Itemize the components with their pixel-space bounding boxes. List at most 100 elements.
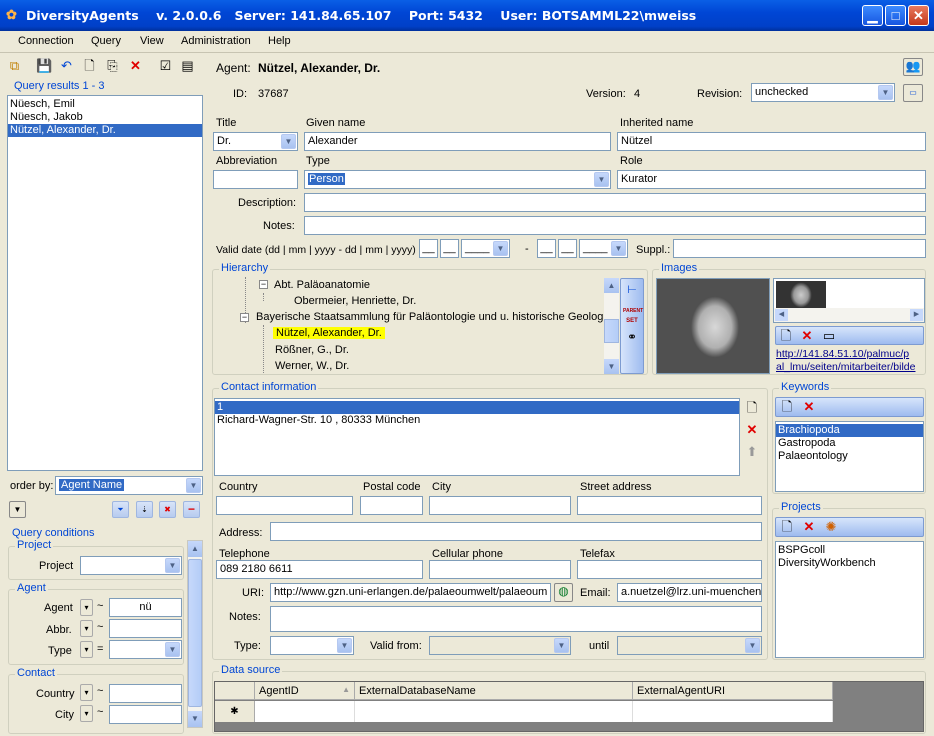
table-row[interactable]: ✱ <box>215 701 833 722</box>
revision-details-icon[interactable]: ▭ <box>903 84 923 102</box>
list-item[interactable]: BSPGcoll <box>776 544 923 557</box>
project-select[interactable]: ▼ <box>80 556 182 575</box>
valid-from-select[interactable]: ▼ <box>429 636 571 655</box>
suppl-input[interactable] <box>673 239 926 258</box>
valid-to-day[interactable]: __ <box>537 239 556 258</box>
role-input[interactable]: Kurator <box>617 170 926 189</box>
abbr-op-dropdown[interactable]: ▾ <box>80 620 93 637</box>
menu-connection[interactable]: Connection <box>18 35 74 47</box>
type-select[interactable]: ▼ <box>109 640 182 659</box>
street-input[interactable] <box>577 496 762 515</box>
chevron-down-icon[interactable]: ▼ <box>878 85 893 100</box>
cellular-input[interactable] <box>429 560 571 579</box>
scroll-thumb[interactable] <box>604 319 619 343</box>
list-item[interactable]: Nüesch, Jakob <box>8 111 202 124</box>
list-item[interactable]: Nüesch, Emil <box>8 98 202 111</box>
image-window-icon[interactable]: ▭ <box>821 328 837 344</box>
set-icon[interactable]: SET <box>624 313 640 329</box>
minimize-button[interactable]: ▁ <box>862 5 883 26</box>
chevron-down-icon[interactable]: ▼ <box>165 642 180 657</box>
menu-view[interactable]: View <box>140 35 164 47</box>
image-url-link[interactable]: http://141.84.51.10/palmuc/p al_lmu/seit… <box>776 348 926 374</box>
column-header-externaldatabasename[interactable]: ExternalDatabaseName <box>355 682 633 700</box>
scroll-down-icon[interactable]: ▼ <box>188 711 202 727</box>
revision-select[interactable]: unchecked ▼ <box>751 83 895 102</box>
tree-node[interactable]: Werner, W., Dr. <box>275 360 349 372</box>
close-button[interactable]: ✕ <box>908 5 929 26</box>
remove-icon[interactable]: − <box>183 501 200 518</box>
menu-administration[interactable]: Administration <box>181 35 251 47</box>
query-results-list[interactable]: Nüesch, Emil Nüesch, Jakob Nützel, Alexa… <box>7 95 203 471</box>
globe-icon[interactable]: ◍ <box>554 583 573 602</box>
toggle-conditions-icon[interactable]: ▼ <box>9 501 26 518</box>
agent-type-select[interactable]: Person ▼ <box>304 170 611 189</box>
country-op-dropdown[interactable]: ▾ <box>80 684 93 701</box>
contact-country-input[interactable] <box>216 496 353 515</box>
move-up-icon[interactable]: ⬆ <box>744 444 760 460</box>
valid-to-month[interactable]: __ <box>558 239 577 258</box>
scroll-up-icon[interactable]: ▲ <box>188 541 202 557</box>
tree-node-selected[interactable]: Nützel, Alexander, Dr. <box>273 327 385 339</box>
scroll-up-icon[interactable]: ▲ <box>604 278 619 293</box>
scroll-right-icon[interactable]: ▶ <box>910 309 923 321</box>
grid-cell[interactable] <box>355 701 633 722</box>
abbreviation-input[interactable] <box>213 170 298 189</box>
copy-icon[interactable]: ⎘ <box>104 58 121 75</box>
chevron-down-icon[interactable]: ▼ <box>594 172 609 187</box>
project-settings-icon[interactable]: ✺ <box>823 519 839 535</box>
city-op-dropdown[interactable]: ▾ <box>80 705 93 722</box>
image-thumbnails[interactable]: ◀ ▶ <box>773 278 925 323</box>
abbr-input[interactable] <box>109 619 182 638</box>
chevron-down-icon[interactable]: ▼ <box>745 638 760 653</box>
delete-image-icon[interactable]: ✕ <box>799 328 815 344</box>
uri-input[interactable]: http://www.gzn.uni-erlangen.de/palaeoumw… <box>270 583 551 602</box>
contact-entries-list[interactable]: 1 Richard-Wagner-Str. 10 , 80333 München <box>214 398 740 476</box>
binoculars-icon[interactable]: ⚭ <box>624 329 640 345</box>
maximize-button[interactable]: □ <box>885 5 906 26</box>
clear-filter-icon[interactable]: ✖ <box>159 501 176 518</box>
delete-project-icon[interactable]: ✕ <box>801 519 817 535</box>
new-image-icon[interactable]: 🗋 <box>778 328 794 344</box>
tree-node[interactable]: Bayerische Staatsammlung für Paläontolog… <box>256 311 603 323</box>
new-contact-icon[interactable]: 🗋 <box>744 400 760 416</box>
chevron-down-icon[interactable]: ▼ <box>281 134 296 149</box>
chevron-down-icon[interactable]: ▼ <box>611 241 626 256</box>
chevron-down-icon[interactable]: ▼ <box>186 478 201 493</box>
telefax-input[interactable] <box>577 560 762 579</box>
agent-input[interactable]: nü <box>109 598 182 617</box>
column-header-externalagenturi[interactable]: ExternalAgentURI <box>633 682 833 700</box>
country-input[interactable] <box>109 684 182 703</box>
collapse-icon[interactable]: − <box>259 280 268 289</box>
list-item[interactable]: Gastropoda <box>776 437 923 450</box>
valid-from-month[interactable]: __ <box>440 239 459 258</box>
chevron-down-icon[interactable]: ▼ <box>493 241 508 256</box>
agents-icon[interactable]: 👥 <box>903 58 923 76</box>
tree-node[interactable]: Abt. Paläoanatomie <box>274 279 370 291</box>
filter-list-icon[interactable]: ⇣ <box>136 501 153 518</box>
menu-query[interactable]: Query <box>91 35 121 47</box>
contact-city-input[interactable] <box>429 496 571 515</box>
keywords-list[interactable]: Brachiopoda Gastropoda Palaeontology <box>775 421 924 492</box>
filter-icon[interactable]: ⏷ <box>112 501 129 518</box>
notes-input[interactable] <box>304 216 926 235</box>
address-input[interactable] <box>270 522 762 541</box>
menu-help[interactable]: Help <box>268 35 291 47</box>
tree-node[interactable]: Obermeier, Henriette, Dr. <box>294 295 416 307</box>
column-header-agentid[interactable]: AgentID ▲ <box>255 682 355 700</box>
list-item[interactable]: DiversityWorkbench <box>776 557 923 570</box>
description-input[interactable] <box>304 193 926 212</box>
new-keyword-icon[interactable]: 🗋 <box>779 399 795 415</box>
delete-contact-icon[interactable]: ✕ <box>744 422 760 438</box>
list-item[interactable]: Palaeontology <box>776 450 923 463</box>
contact-type-select[interactable]: ▼ <box>270 636 354 655</box>
agent-op-dropdown[interactable]: ▾ <box>80 599 93 616</box>
scroll-thumb[interactable] <box>188 559 202 707</box>
title-select[interactable]: Dr. ▼ <box>213 132 298 151</box>
new-document-icon[interactable]: 🗋 <box>81 58 98 75</box>
list-item-selected[interactable]: Nützel, Alexander, Dr. <box>8 124 202 137</box>
city-input[interactable] <box>109 705 182 724</box>
list-item-selected[interactable]: 1 <box>215 401 739 414</box>
inherited-name-input[interactable]: Nützel <box>617 132 926 151</box>
delete-keyword-icon[interactable]: ✕ <box>801 399 817 415</box>
valid-to-year[interactable]: ____ ▼ <box>579 239 628 258</box>
